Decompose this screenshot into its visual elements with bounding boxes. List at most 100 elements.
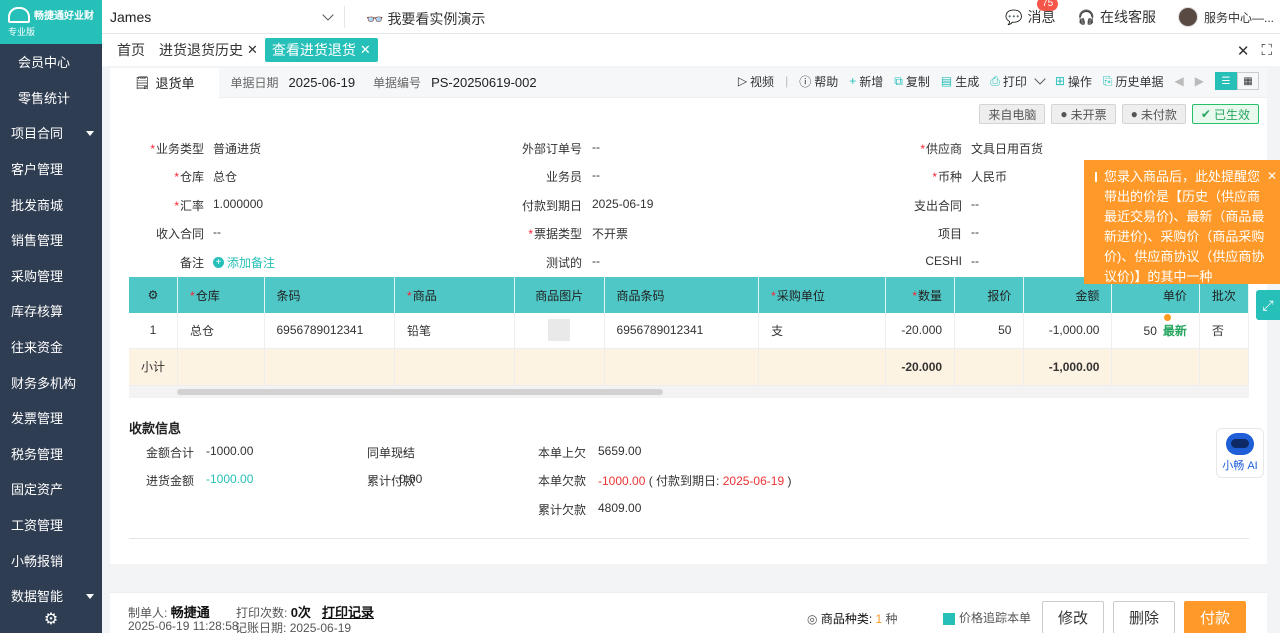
doc-type-tab[interactable]: 🗒 退货单 bbox=[110, 67, 219, 98]
edit-button[interactable]: 修改 bbox=[1042, 601, 1104, 633]
history-button[interactable]: ⎘ 历史单据 bbox=[1103, 73, 1164, 90]
card-view-icon[interactable]: ▦ bbox=[1237, 72, 1259, 90]
tool-label: 历史单据 bbox=[1115, 74, 1164, 89]
field-label: *仓库 bbox=[174, 170, 204, 184]
cell-quote[interactable]: 50 bbox=[954, 313, 1025, 349]
table-row[interactable]: 1 总仓 6956789012341 铅笔 6956789012341 支 -2… bbox=[129, 313, 1250, 349]
print-button[interactable]: ⎙ 打印 bbox=[990, 73, 1046, 90]
purchase-value[interactable]: -1000.00 bbox=[206, 472, 253, 486]
delete-button[interactable]: 删除 bbox=[1113, 601, 1175, 633]
video-button[interactable]: ▷ 视频 bbox=[738, 73, 774, 90]
history-icon: ⎘ bbox=[1102, 73, 1113, 88]
service-center-menu[interactable]: 服务中心—... bbox=[1177, 7, 1274, 27]
badge-text: 未开票 bbox=[1070, 107, 1107, 122]
clerk-value[interactable]: -- bbox=[592, 168, 600, 182]
sidebar-item-finance-org[interactable]: 财务多机构 bbox=[0, 364, 102, 400]
table-horizontal-scrollbar[interactable] bbox=[129, 386, 1249, 398]
sidebar-item-inventory[interactable]: 库存核算 bbox=[0, 293, 102, 329]
cell-qty[interactable]: -20.000 bbox=[885, 313, 956, 349]
table-header-row: ⚙ *仓库 条码 *商品 商品图片 商品条码 *采购单位 *数量 报价 金额 单… bbox=[129, 277, 1250, 313]
rate-value[interactable]: 1.000000 bbox=[213, 197, 263, 211]
settings-gear-icon[interactable]: ⚙ bbox=[0, 605, 102, 633]
info-icon: ● bbox=[1130, 107, 1138, 121]
sidebar-item-retail-stats[interactable]: 零售统计 bbox=[0, 80, 102, 116]
caret-down-icon bbox=[86, 130, 94, 136]
sidebar-item-label: 库存核算 bbox=[11, 304, 64, 320]
cell-price[interactable]: 50 最新 bbox=[1111, 313, 1200, 349]
ext-order-value[interactable]: -- bbox=[592, 140, 600, 154]
sidebar-item-wholesale[interactable]: 批发商城 bbox=[0, 186, 102, 222]
pay-button[interactable]: 付款 bbox=[1184, 601, 1246, 633]
sidebar-item-tax[interactable]: 税务管理 bbox=[0, 436, 102, 472]
tab-view-return[interactable]: 查看进货退货 ✕ bbox=[264, 38, 378, 62]
field-label: 支出合同 bbox=[913, 199, 962, 213]
sidebar-item-funds[interactable]: 往来资金 bbox=[0, 329, 102, 365]
total-value: -1000.00 bbox=[206, 444, 254, 458]
tab-home[interactable]: 首页 bbox=[110, 38, 152, 62]
app-logo[interactable]: 畅捷通好业财 专业版 bbox=[0, 0, 102, 44]
kinds-info: ◎ 商品种类: 1 种 bbox=[807, 612, 898, 626]
sidebar-item-payroll[interactable]: 工资管理 bbox=[0, 507, 102, 543]
pay-contract-value[interactable]: -- bbox=[971, 197, 979, 211]
income-contract-value[interactable]: -- bbox=[213, 225, 221, 239]
warehouse-value[interactable]: 总仓 bbox=[213, 168, 237, 185]
cell-image[interactable] bbox=[514, 313, 605, 349]
support-button[interactable]: 🎧 在线客服 bbox=[1078, 7, 1156, 27]
cell-product[interactable]: 铅笔 bbox=[394, 313, 515, 349]
currency-value[interactable]: 人民币 bbox=[971, 168, 1007, 185]
close-icon[interactable]: ✕ bbox=[1267, 166, 1277, 186]
list-view-icon[interactable]: ☰ bbox=[1215, 72, 1237, 90]
bill-type-value[interactable]: 不开票 bbox=[592, 225, 628, 242]
sidebar-item-project-contract[interactable]: 项目合同 bbox=[0, 115, 102, 151]
fullscreen-icon[interactable]: ⛶ bbox=[1261, 42, 1272, 60]
cell-barcode[interactable]: 6956789012341 bbox=[264, 313, 396, 349]
messages-button[interactable]: 💬 消息 75 bbox=[1005, 0, 1059, 27]
cash-value[interactable]: -- bbox=[399, 444, 407, 458]
test-value[interactable]: -- bbox=[592, 254, 600, 268]
biz-type-value[interactable]: 普通进货 bbox=[213, 140, 261, 157]
cell-unit[interactable]: 支 bbox=[758, 313, 887, 349]
sidebar-item-member[interactable]: 会员中心 bbox=[0, 44, 102, 80]
scrollbar-thumb[interactable] bbox=[177, 389, 663, 395]
cell-warehouse[interactable]: 总仓 bbox=[177, 313, 265, 349]
document-header: 🗒 退货单 单据日期 2025-06-19 单据编号 PS-20250619-0… bbox=[110, 67, 1267, 98]
sidebar-item-purchase[interactable]: 采购管理 bbox=[0, 258, 102, 294]
tab-return-history[interactable]: 进货退货历史 ✕ bbox=[152, 38, 265, 62]
close-icon[interactable]: ✕ bbox=[360, 42, 371, 58]
add-note-button[interactable]: + 添加备注 bbox=[213, 254, 275, 271]
demo-link[interactable]: 👓 我要看实例演示 bbox=[366, 9, 485, 29]
sidebar-item-invoice[interactable]: 发票管理 bbox=[0, 400, 102, 436]
cell-amount[interactable]: -1,000.00 bbox=[1023, 313, 1113, 349]
operate-button[interactable]: ⊞ 操作 bbox=[1055, 73, 1092, 90]
add-button[interactable]: + 新增 bbox=[849, 73, 883, 90]
price-trace-checkbox[interactable]: 价格追踪本单 bbox=[943, 609, 1031, 626]
account-select[interactable]: James bbox=[110, 6, 338, 28]
sidebar-item-expense[interactable]: 小畅报销 bbox=[0, 542, 102, 578]
column-settings-icon[interactable]: ⚙ bbox=[129, 277, 179, 313]
badge-text: 已生效 bbox=[1213, 107, 1250, 122]
close-icon[interactable]: ✕ bbox=[247, 42, 258, 58]
tool-label: 视频 bbox=[750, 74, 775, 89]
field-label: 金额合计 bbox=[145, 446, 194, 460]
tab-label: 进货退货历史 bbox=[159, 42, 243, 58]
sidebar-item-assets[interactable]: 固定资产 bbox=[0, 471, 102, 507]
prev-icon[interactable]: ◀ bbox=[1175, 74, 1184, 88]
next-icon[interactable]: ▶ bbox=[1195, 74, 1204, 88]
help-button[interactable]: ⓘ 帮助 bbox=[799, 73, 838, 90]
supplier-value[interactable]: 文具日用百货 bbox=[971, 140, 1043, 157]
expand-panel-icon[interactable]: ⤢ bbox=[1256, 290, 1280, 320]
copy-button[interactable]: ⧉ 复制 bbox=[894, 73, 930, 90]
ceshi-value[interactable]: -- bbox=[971, 254, 979, 268]
close-all-icon[interactable]: ✕ bbox=[1237, 42, 1250, 60]
ai-assistant-button[interactable]: 小畅 AI bbox=[1216, 428, 1264, 478]
subtotal-label: 小计 bbox=[129, 348, 179, 386]
column-header: 报价 bbox=[954, 277, 1025, 313]
sidebar-item-customers[interactable]: 客户管理 bbox=[0, 151, 102, 187]
sidebar-item-label: 项目合同 bbox=[11, 126, 64, 142]
due-close: ) bbox=[787, 474, 792, 488]
project-value[interactable]: -- bbox=[971, 225, 979, 239]
generate-button[interactable]: ▤ 生成 bbox=[941, 73, 979, 90]
field-label: *币种 bbox=[932, 170, 962, 184]
due-value[interactable]: 2025-06-19 bbox=[592, 197, 653, 211]
sidebar-item-sales[interactable]: 销售管理 bbox=[0, 222, 102, 258]
